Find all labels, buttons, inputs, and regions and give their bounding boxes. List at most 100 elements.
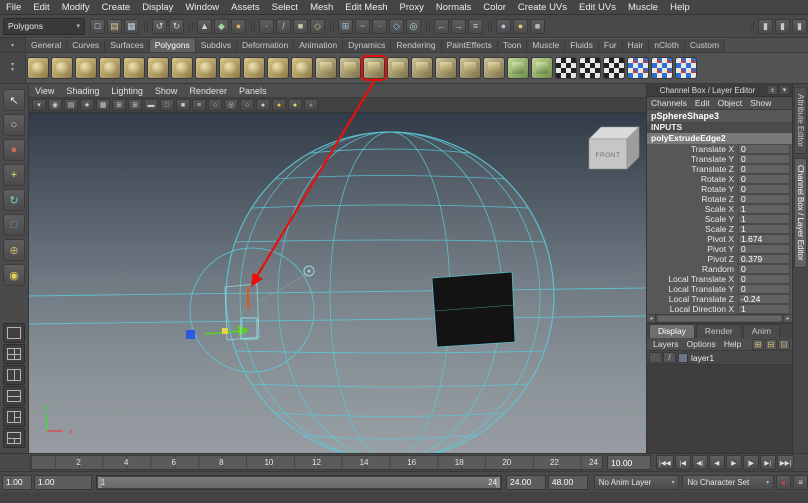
show-tool-settings-icon[interactable]: ▮ xyxy=(775,19,790,34)
range-slider-track[interactable]: 1 24 xyxy=(96,475,502,490)
make-live-icon[interactable]: ◎ xyxy=(406,19,421,34)
step-back-key-button[interactable]: |◀ xyxy=(675,455,691,470)
create-layer-from-selected-icon[interactable]: ⊟ xyxy=(765,339,777,350)
create-override-layer-icon[interactable]: ⊡ xyxy=(778,339,790,350)
view-cube[interactable]: FRONT xyxy=(589,127,639,169)
planar-mapping-icon[interactable] xyxy=(555,57,577,79)
select-hulls-mask-icon[interactable]: ◇ xyxy=(310,19,325,34)
layer-display-mode-toggle[interactable]: / xyxy=(663,352,676,363)
textured-mode-icon[interactable]: ● xyxy=(272,99,286,111)
poly-sphere-icon[interactable] xyxy=(27,57,49,79)
new-scene-icon[interactable]: □ xyxy=(90,19,105,34)
animation-start-field[interactable]: 1.00 xyxy=(2,475,32,490)
channel-box-scrollbar[interactable]: ◂ ▸ xyxy=(647,314,792,323)
current-time-field[interactable]: 10.00 xyxy=(607,455,651,470)
poly-platonic-solid-icon[interactable] xyxy=(291,57,313,79)
poly-torus-icon[interactable] xyxy=(147,57,169,79)
cb-menu-channels[interactable]: Channels xyxy=(647,98,691,108)
field-chart-icon[interactable]: ≡ xyxy=(192,99,206,111)
construction-history-icon[interactable]: ≡ xyxy=(468,19,483,34)
go-to-start-button[interactable]: |◀◀ xyxy=(656,455,674,470)
shelf-tab-selector[interactable]: ▾ xyxy=(0,38,26,52)
vp-menu-shading[interactable]: Shading xyxy=(60,86,105,96)
attribute-value-field[interactable]: 1 xyxy=(738,304,790,314)
viewport-canvas[interactable]: FRONT y x xyxy=(29,113,646,453)
play-forwards-button[interactable]: ▶ xyxy=(726,455,742,470)
wireframe-mode-icon[interactable]: ○ xyxy=(240,99,254,111)
persp-outliner-layout-button[interactable] xyxy=(3,365,25,385)
move-tool-icon[interactable]: + xyxy=(3,164,25,186)
menu-muscle[interactable]: Muscle xyxy=(622,2,664,13)
vp-menu-renderer[interactable]: Renderer xyxy=(183,86,233,96)
snap-to-point-icon[interactable]: · xyxy=(372,19,387,34)
tab-dynamics[interactable]: Dynamics xyxy=(343,38,391,52)
tab-surfaces[interactable]: Surfaces xyxy=(105,38,150,52)
cylindrical-mapping-icon[interactable] xyxy=(579,57,601,79)
select-camera-icon[interactable]: ▾ xyxy=(32,99,46,111)
menu-modify[interactable]: Modify xyxy=(56,2,96,13)
ipr-render-icon[interactable]: ● xyxy=(513,19,528,34)
poly-cylinder-icon[interactable] xyxy=(75,57,97,79)
shaded-mode-icon[interactable]: ● xyxy=(256,99,270,111)
le-menu-layers[interactable]: Layers xyxy=(649,339,683,349)
animation-end-field[interactable]: 48.00 xyxy=(548,475,588,490)
tab-polygons[interactable]: Polygons xyxy=(150,38,196,52)
universal-manipulator-icon[interactable]: ⊕ xyxy=(3,239,25,261)
tab-fluids[interactable]: Fluids xyxy=(565,38,599,52)
tab-toon[interactable]: Toon xyxy=(498,38,527,52)
animation-preferences-button[interactable]: ≡ xyxy=(793,475,808,490)
paint-selection-tool-icon[interactable]: ● xyxy=(3,139,25,161)
cb-menu-object[interactable]: Object xyxy=(714,98,747,108)
menu-select[interactable]: Select xyxy=(266,2,304,13)
playback-start-field[interactable]: 1.00 xyxy=(34,475,92,490)
merge-vertices-icon[interactable] xyxy=(459,57,481,79)
selected-node-name[interactable]: pSphereShape3 xyxy=(647,110,792,122)
lock-camera-icon[interactable]: ◉ xyxy=(48,99,62,111)
single-pane-layout-button[interactable] xyxy=(3,323,25,343)
bevel-icon[interactable] xyxy=(411,57,433,79)
poly-helix-icon[interactable] xyxy=(243,57,265,79)
uv-texture-editor-icon[interactable] xyxy=(651,57,673,79)
scrollbar-thumb[interactable] xyxy=(657,315,782,322)
shelf-menu-widget[interactable]: ▾ ▾ xyxy=(0,53,26,83)
layer-visibility-toggle[interactable] xyxy=(649,352,662,363)
poly-pyramid-icon[interactable] xyxy=(195,57,217,79)
menu-set-selector[interactable]: Polygons ▾ xyxy=(3,18,85,35)
menu-color[interactable]: Color xyxy=(477,2,512,13)
menu-normals[interactable]: Normals xyxy=(430,2,477,13)
attribute-value-field[interactable]: 0 xyxy=(738,154,790,164)
scroll-left-icon[interactable]: ◂ xyxy=(647,315,656,322)
assign-checker-icon[interactable] xyxy=(675,57,697,79)
show-channel-box-icon[interactable]: ▮ xyxy=(792,19,807,34)
automatic-mapping-icon[interactable] xyxy=(627,57,649,79)
select-points-mask-icon[interactable]: · xyxy=(259,19,274,34)
show-attribute-editor-icon[interactable]: ▮ xyxy=(758,19,773,34)
select-lines-mask-icon[interactable]: / xyxy=(276,19,291,34)
auto-keyframe-button[interactable]: ● xyxy=(776,475,791,490)
select-hierarchy-icon[interactable]: ▲ xyxy=(197,19,212,34)
mirror-geometry-icon[interactable] xyxy=(531,57,553,79)
snap-to-view-plane-icon[interactable]: ◇ xyxy=(389,19,404,34)
snap-to-curve-icon[interactable]: ~ xyxy=(355,19,370,34)
menu-edit-mesh[interactable]: Edit Mesh xyxy=(339,2,393,13)
poly-cone-icon[interactable] xyxy=(99,57,121,79)
tab-subdivs[interactable]: Subdivs xyxy=(196,38,237,52)
tab-general[interactable]: General xyxy=(26,38,67,52)
tab-rendering[interactable]: Rendering xyxy=(391,38,441,52)
step-forward-frame-button[interactable]: |▶ xyxy=(743,455,759,470)
poly-prism-icon[interactable] xyxy=(171,57,193,79)
menu-edit-uvs[interactable]: Edit UVs xyxy=(573,2,622,13)
tab-hair[interactable]: Hair xyxy=(623,38,650,52)
three-pane-left-layout-button[interactable] xyxy=(3,407,25,427)
attribute-value-field[interactable]: 0 xyxy=(738,194,790,204)
undo-icon[interactable]: ↺ xyxy=(152,19,167,34)
tab-custom[interactable]: Custom xyxy=(685,38,725,52)
attribute-value-field[interactable]: 0 xyxy=(738,174,790,184)
menu-file[interactable]: File xyxy=(0,2,27,13)
poly-plane-icon[interactable] xyxy=(123,57,145,79)
channel-sliders-icon[interactable]: ± xyxy=(767,85,778,95)
grid-icon[interactable]: ⊞ xyxy=(128,99,142,111)
tab-fur[interactable]: Fur xyxy=(599,38,623,52)
insert-edge-loop-icon[interactable] xyxy=(483,57,505,79)
resolution-gate-icon[interactable]: □ xyxy=(160,99,174,111)
